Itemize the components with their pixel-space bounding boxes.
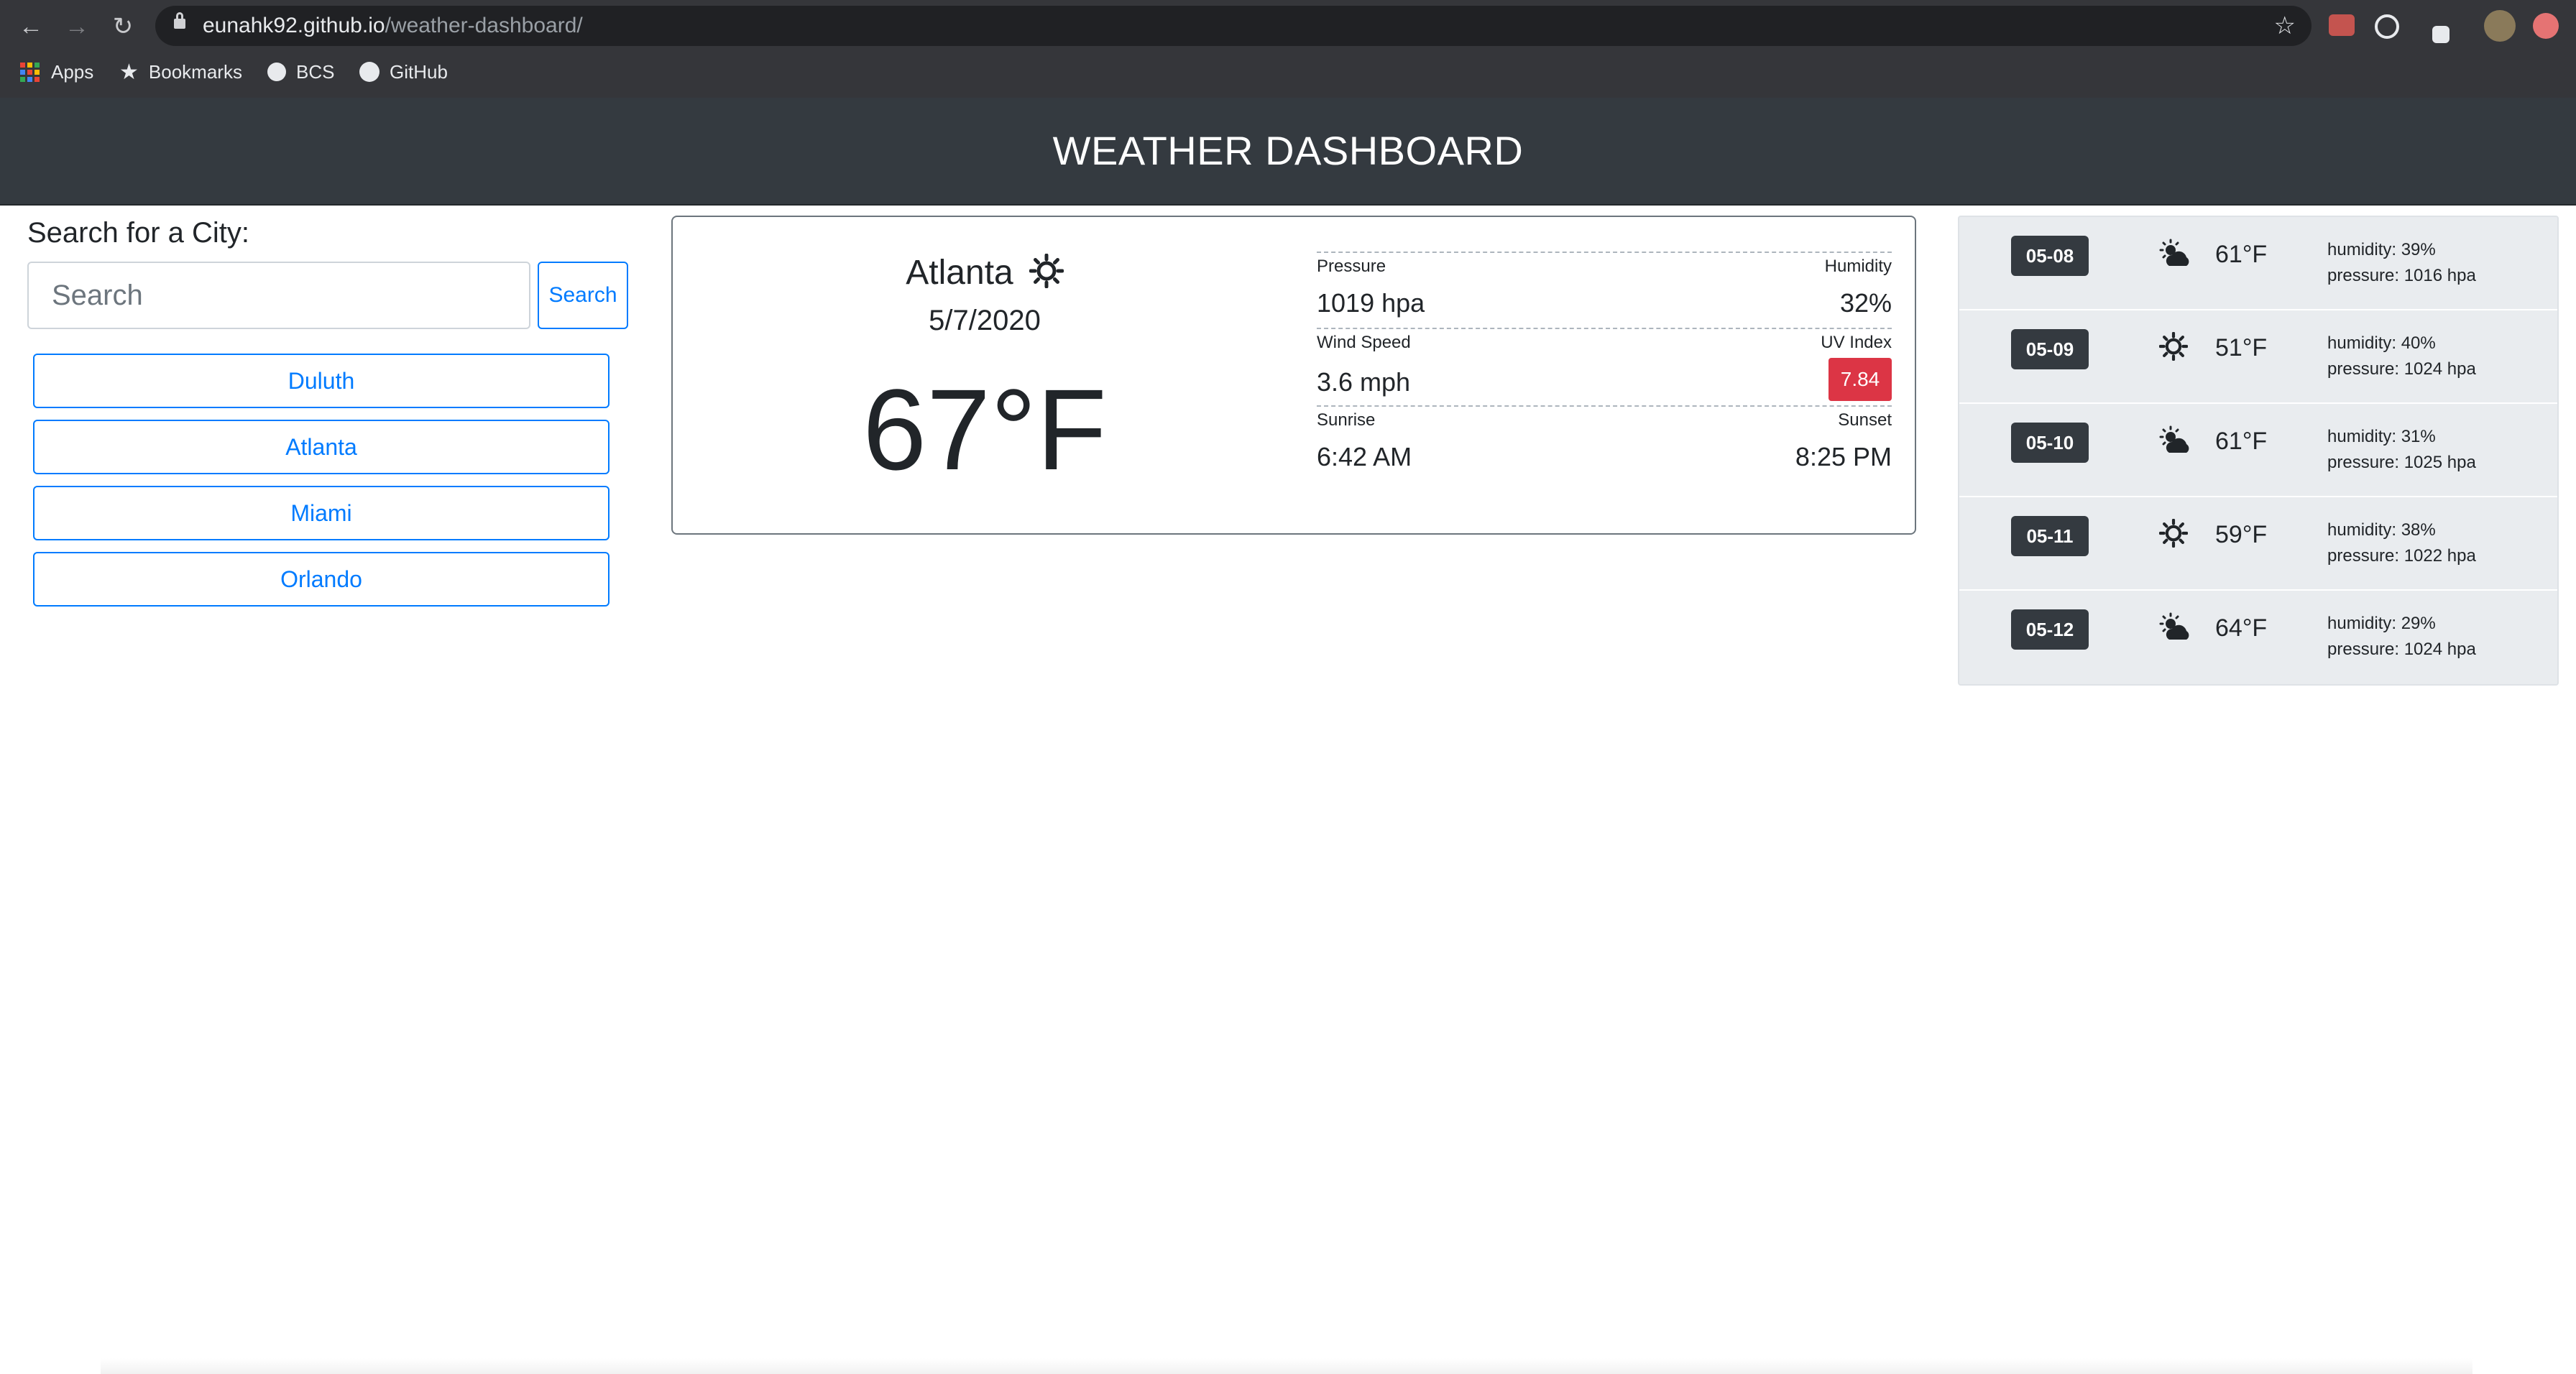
city-button-atlanta[interactable]: Atlanta [33, 420, 610, 474]
forecast-date-badge: 05-11 [2011, 516, 2089, 556]
apps-grid-icon [20, 62, 40, 82]
forecast-list: 05-08 61°F humidity: 39% pressure: 1016 … [1958, 216, 2559, 686]
browser-toolbar: ← → ↻ eunahk92.github.io/weather-dashboa… [0, 0, 2576, 98]
update-icon[interactable] [2533, 13, 2559, 39]
pressure-value: 1019 hpa [1317, 288, 1425, 318]
sun-icon [2158, 518, 2192, 552]
page-title: WEATHER DASHBOARD [1052, 128, 1524, 173]
forecast-info: humidity: 31% pressure: 1025 hpa [2327, 424, 2476, 476]
sunrise-label: Sunrise [1317, 410, 1376, 430]
sunset-value: 8:25 PM [1795, 442, 1892, 471]
page-header: WEATHER DASHBOARD [0, 98, 2576, 206]
humidity-label: Humidity [1824, 257, 1892, 276]
extension-puzzle-icon[interactable] [2432, 26, 2450, 43]
forecast-info: humidity: 29% pressure: 1024 hpa [2327, 611, 2476, 663]
current-details: Pressure Humidity 1019 hpa 32% Wind Spee… [1317, 252, 1892, 481]
sunrise-value: 6:42 AM [1317, 442, 1412, 471]
current-city-heading: Atlanta [673, 253, 1297, 298]
search-button[interactable]: Search [538, 262, 628, 329]
bookmark-label: GitHub [390, 60, 448, 83]
forecast-temp: 59°F [2215, 521, 2268, 548]
humidity-value: 32% [1839, 288, 1892, 318]
pressure-label: Pressure [1317, 257, 1386, 276]
forecast-row: 05-08 61°F humidity: 39% pressure: 1016 … [1959, 217, 2557, 310]
lock-icon [174, 12, 185, 29]
city-history-list: Duluth Atlanta Miami Orlando [33, 354, 610, 618]
forecast-date-badge: 05-10 [2011, 423, 2089, 463]
github-icon [359, 62, 380, 82]
forecast-pressure: pressure: 1016 hpa [2327, 266, 2476, 285]
bookmark-github[interactable]: GitHub [359, 59, 448, 85]
sunrise-sunset-row: Sunrise Sunset 6:42 AM 8:25 PM [1317, 405, 1892, 481]
forecast-temp: 61°F [2215, 241, 2268, 268]
forecast-humidity: humidity: 38% [2327, 520, 2436, 540]
partly-cloudy-icon [2159, 239, 2192, 272]
sunset-label: Sunset [1838, 410, 1892, 430]
avatar[interactable] [2484, 10, 2516, 42]
sun-icon [2158, 331, 2192, 365]
city-button-duluth[interactable]: Duluth [33, 354, 610, 408]
current-city: Atlanta [906, 254, 1013, 292]
forecast-date-badge: 05-12 [2011, 609, 2089, 650]
wind-uv-row: Wind Speed UV Index 3.6 mph 7.84 [1317, 328, 1892, 405]
forecast-pressure: pressure: 1024 hpa [2327, 640, 2476, 659]
forecast-humidity: humidity: 31% [2327, 427, 2436, 446]
search-input[interactable] [27, 262, 530, 329]
forecast-pressure: pressure: 1024 hpa [2327, 359, 2476, 379]
forecast-row: 05-10 61°F humidity: 31% pressure: 1025 … [1959, 404, 2557, 497]
forecast-date-badge: 05-08 [2011, 236, 2089, 276]
city-button-orlando[interactable]: Orlando [33, 552, 610, 607]
partly-cloudy-icon [2159, 612, 2192, 645]
reload-icon[interactable]: ↻ [106, 10, 139, 43]
back-arrow-icon[interactable]: ← [14, 10, 47, 43]
forecast-row: 05-11 59°F humidity: 38% pressure: 1022 … [1959, 497, 2557, 591]
forecast-temp: 51°F [2215, 334, 2268, 361]
search-label: Search for a City: [27, 217, 250, 249]
bookmark-star-icon[interactable]: ☆ [2274, 10, 2296, 42]
forecast-temp: 61°F [2215, 428, 2268, 455]
page-bottom-shadow [101, 1358, 2472, 1374]
uv-label: UV Index [1821, 333, 1892, 352]
wind-value: 3.6 mph [1317, 367, 1411, 397]
bookmark-label: Bookmarks [148, 60, 242, 83]
star-icon: ★ [119, 60, 139, 84]
bookmark-label: BCS [296, 60, 335, 83]
address-bar[interactable]: eunahk92.github.io/weather-dashboard/ ☆ [155, 6, 2312, 46]
forecast-row: 05-12 64°F humidity: 29% pressure: 1024 … [1959, 591, 2557, 684]
forecast-date-badge: 05-09 [2011, 329, 2089, 369]
extension-circle-icon[interactable] [2375, 14, 2399, 39]
forecast-info: humidity: 40% pressure: 1024 hpa [2327, 331, 2476, 382]
bookmark-bookmarks[interactable]: ★ Bookmarks [119, 59, 242, 85]
bookmarks-bar: Apps ★ Bookmarks BCS GitHub [0, 52, 2576, 92]
sun-icon [1029, 253, 1064, 298]
bookmark-apps[interactable]: Apps [20, 59, 93, 85]
forecast-humidity: humidity: 40% [2327, 333, 2436, 353]
current-temperature: 67°F [862, 365, 1107, 494]
globe-icon [267, 63, 286, 81]
bookmark-bcs[interactable]: BCS [267, 59, 334, 85]
forecast-info: humidity: 38% pressure: 1022 hpa [2327, 517, 2476, 569]
forecast-row: 05-09 51°F humidity: 40% pressure: 1024 … [1959, 310, 2557, 404]
current-weather-card: Atlanta 5/7/2020 67°F Pressure Humidity … [671, 216, 1916, 535]
forward-arrow-icon[interactable]: → [60, 10, 93, 43]
forecast-pressure: pressure: 1025 hpa [2327, 453, 2476, 472]
extension-icon[interactable] [2329, 14, 2355, 36]
forecast-temp: 64°F [2215, 614, 2268, 642]
address-url: eunahk92.github.io/weather-dashboard/ [203, 13, 583, 39]
pressure-humidity-row: Pressure Humidity 1019 hpa 32% [1317, 252, 1892, 328]
url-path: /weather-dashboard/ [385, 14, 583, 37]
wind-label: Wind Speed [1317, 333, 1411, 352]
partly-cloudy-icon [2159, 425, 2192, 458]
city-button-miami[interactable]: Miami [33, 486, 610, 540]
forecast-pressure: pressure: 1022 hpa [2327, 546, 2476, 566]
bookmark-label: Apps [51, 60, 94, 83]
url-host: eunahk92.github.io [203, 14, 385, 37]
forecast-humidity: humidity: 39% [2327, 240, 2436, 259]
uv-index-badge: 7.84 [1828, 358, 1892, 401]
forecast-info: humidity: 39% pressure: 1016 hpa [2327, 237, 2476, 289]
forecast-humidity: humidity: 29% [2327, 614, 2436, 633]
current-date: 5/7/2020 [929, 305, 1041, 336]
